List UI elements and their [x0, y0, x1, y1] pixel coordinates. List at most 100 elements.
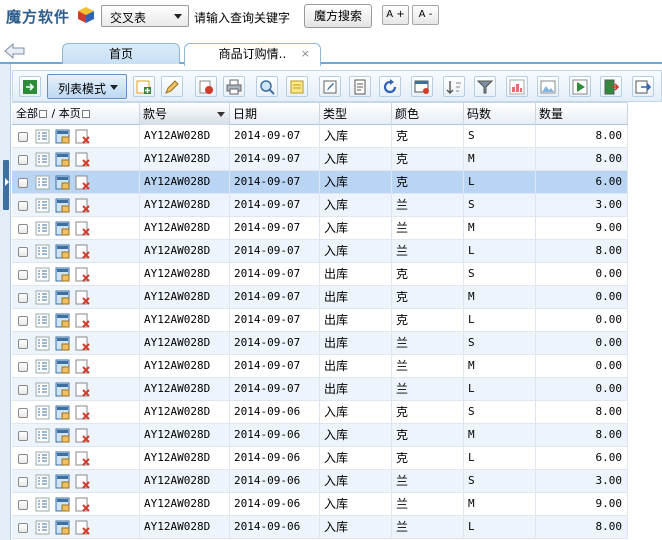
table-row[interactable]: AY12AW028D 2014-09-06 入库兰 M 9.00	[12, 493, 628, 516]
table-row[interactable]: AY12AW028D 2014-09-06 入库兰 S 3.00	[12, 470, 628, 493]
run-button[interactable]	[569, 76, 591, 97]
delete-row-icon[interactable]	[75, 336, 90, 351]
search-hint[interactable]: 请输入查询关键字	[194, 9, 290, 26]
table-row[interactable]: AY12AW028D 2014-09-06 入库克 M 8.00	[12, 424, 628, 447]
row-checkbox[interactable]	[18, 316, 28, 326]
row-checkbox[interactable]	[18, 132, 28, 142]
refresh-button[interactable]	[379, 76, 401, 97]
delete-row-icon[interactable]	[75, 520, 90, 535]
row-checkbox[interactable]	[18, 178, 28, 188]
view-detail-icon[interactable]	[35, 198, 50, 213]
table-row[interactable]: AY12AW028D 2014-09-07 入库兰 S 3.00	[12, 194, 628, 217]
delete-row-icon[interactable]	[75, 244, 90, 259]
row-checkbox[interactable]	[18, 247, 28, 257]
view-detail-icon[interactable]	[35, 244, 50, 259]
column-header-type[interactable]: 类型	[320, 103, 392, 125]
view-detail-icon[interactable]	[35, 290, 50, 305]
delete-row-icon[interactable]	[75, 175, 90, 190]
window-button[interactable]	[411, 76, 433, 97]
image-button[interactable]	[537, 76, 559, 97]
edit-row-icon[interactable]	[55, 474, 70, 489]
close-icon[interactable]: ×	[301, 44, 310, 64]
table-row[interactable]: AY12AW028D 2014-09-07 入库克 M 8.00	[12, 148, 628, 171]
edit-row-icon[interactable]	[55, 198, 70, 213]
delete-row-icon[interactable]	[75, 267, 90, 282]
table-row[interactable]: AY12AW028D 2014-09-07 入库克 L 6.00	[12, 171, 628, 194]
query-button[interactable]	[256, 76, 278, 97]
export-button[interactable]	[632, 76, 654, 97]
export-excel-button[interactable]	[19, 76, 41, 97]
delete-row-icon[interactable]	[75, 152, 90, 167]
view-detail-icon[interactable]	[35, 428, 50, 443]
batch-edit-button[interactable]	[319, 76, 341, 97]
query-type-select[interactable]: 交叉表	[101, 5, 189, 27]
view-detail-icon[interactable]	[35, 359, 50, 374]
delete-row-icon[interactable]	[75, 474, 90, 489]
edit-row-icon[interactable]	[55, 359, 70, 374]
edit-row-icon[interactable]	[55, 336, 70, 351]
add-record-button[interactable]	[133, 76, 155, 97]
column-header-color[interactable]: 颜色	[392, 103, 464, 125]
delete-row-icon[interactable]	[75, 359, 90, 374]
edit-row-icon[interactable]	[55, 290, 70, 305]
view-detail-icon[interactable]	[35, 152, 50, 167]
delete-row-icon[interactable]	[75, 221, 90, 236]
column-header-date[interactable]: 日期	[230, 103, 320, 125]
edit-row-icon[interactable]	[55, 405, 70, 420]
report-button[interactable]	[349, 76, 371, 97]
delete-record-button[interactable]	[195, 76, 217, 97]
edit-row-icon[interactable]	[55, 520, 70, 535]
edit-row-icon[interactable]	[55, 152, 70, 167]
delete-row-icon[interactable]	[75, 129, 90, 144]
font-increase-button[interactable]: A +	[382, 5, 409, 25]
edit-row-icon[interactable]	[55, 267, 70, 282]
table-row[interactable]: AY12AW028D 2014-09-06 入库克 L 6.00	[12, 447, 628, 470]
table-row[interactable]: AY12AW028D 2014-09-06 入库克 S 8.00	[12, 401, 628, 424]
column-header-size[interactable]: 码数	[464, 103, 536, 125]
view-detail-icon[interactable]	[35, 336, 50, 351]
view-detail-icon[interactable]	[35, 129, 50, 144]
notes-button[interactable]	[286, 76, 308, 97]
edit-row-icon[interactable]	[55, 129, 70, 144]
font-decrease-button[interactable]: A -	[412, 5, 439, 25]
table-row[interactable]: AY12AW028D 2014-09-07 出库克 S 0.00	[12, 263, 628, 286]
row-checkbox[interactable]	[18, 454, 28, 464]
row-checkbox[interactable]	[18, 224, 28, 234]
delete-row-icon[interactable]	[75, 451, 90, 466]
view-detail-icon[interactable]	[35, 405, 50, 420]
edit-row-icon[interactable]	[55, 313, 70, 328]
table-row[interactable]: AY12AW028D 2014-09-07 出库兰 L 0.00	[12, 378, 628, 401]
table-row[interactable]: AY12AW028D 2014-09-06 入库兰 L 8.00	[12, 516, 628, 539]
chart-button[interactable]	[506, 76, 528, 97]
filter-button[interactable]	[474, 76, 496, 97]
delete-row-icon[interactable]	[75, 428, 90, 443]
table-row[interactable]: AY12AW028D 2014-09-07 出库兰 M 0.00	[12, 355, 628, 378]
table-row[interactable]: AY12AW028D 2014-09-07 出库克 M 0.00	[12, 286, 628, 309]
view-detail-icon[interactable]	[35, 175, 50, 190]
edit-row-icon[interactable]	[55, 497, 70, 512]
tab-home[interactable]: 首页	[62, 43, 180, 64]
edit-row-icon[interactable]	[55, 451, 70, 466]
table-row[interactable]: AY12AW028D 2014-09-07 出库兰 S 0.00	[12, 332, 628, 355]
row-checkbox[interactable]	[18, 523, 28, 533]
view-detail-icon[interactable]	[35, 382, 50, 397]
view-detail-icon[interactable]	[35, 313, 50, 328]
table-row[interactable]: AY12AW028D 2014-09-07 入库克 S 8.00	[12, 125, 628, 148]
delete-row-icon[interactable]	[75, 382, 90, 397]
view-detail-icon[interactable]	[35, 520, 50, 535]
column-header-code[interactable]: 款号	[140, 103, 230, 125]
row-checkbox[interactable]	[18, 339, 28, 349]
view-detail-icon[interactable]	[35, 474, 50, 489]
row-checkbox[interactable]	[18, 500, 28, 510]
table-row[interactable]: AY12AW028D 2014-09-07 入库兰 L 8.00	[12, 240, 628, 263]
table-row[interactable]: AY12AW028D 2014-09-07 出库克 L 0.00	[12, 309, 628, 332]
magic-search-button[interactable]: 魔方搜索	[304, 4, 372, 28]
print-button[interactable]	[223, 76, 245, 97]
row-checkbox[interactable]	[18, 201, 28, 211]
delete-row-icon[interactable]	[75, 313, 90, 328]
view-detail-icon[interactable]	[35, 497, 50, 512]
sort-button[interactable]	[443, 76, 465, 97]
view-detail-icon[interactable]	[35, 451, 50, 466]
row-checkbox[interactable]	[18, 293, 28, 303]
exit-button[interactable]	[600, 76, 622, 97]
